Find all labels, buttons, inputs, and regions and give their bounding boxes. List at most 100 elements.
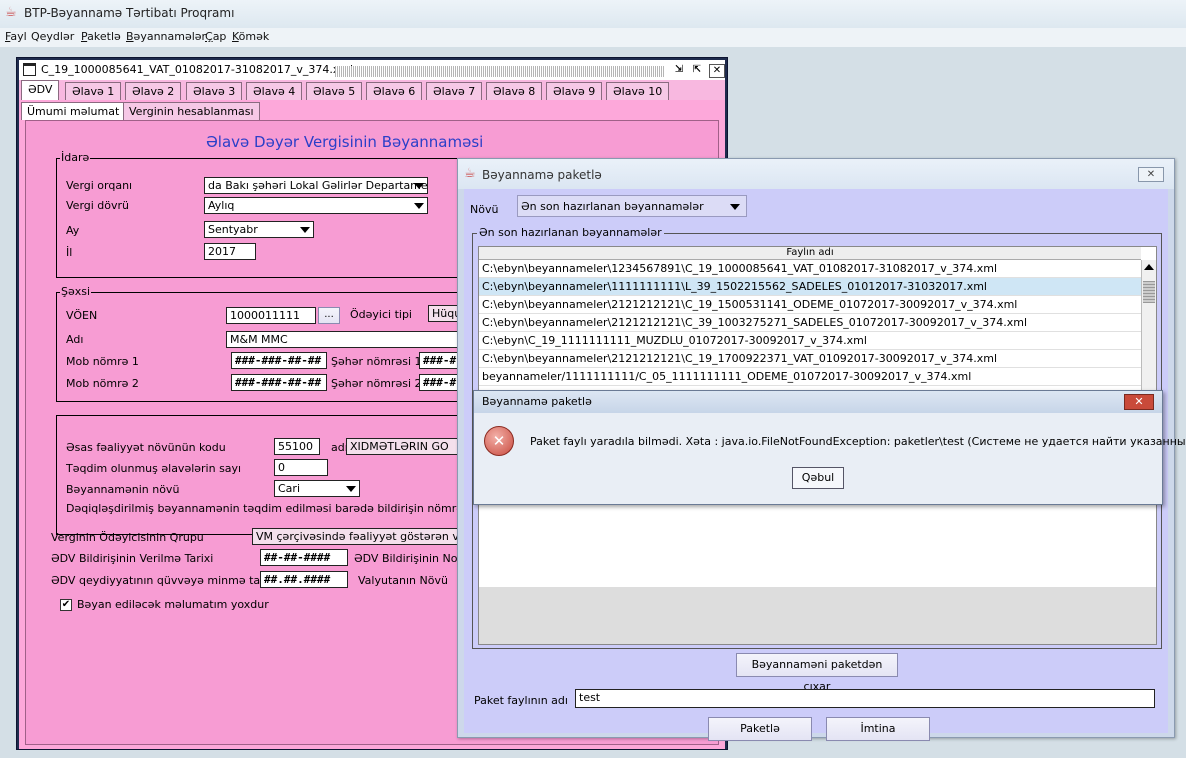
list-item[interactable]: C:\ebyn\beyannameler\2121212121\C_19_170… — [479, 350, 1141, 368]
vergi-organi-select[interactable]: da Bakı şəhəri Lokal Gəlirlər Departamen… — [204, 177, 428, 194]
list-item[interactable]: C:\ebyn\beyannameler\1111111111\L_39_150… — [479, 278, 1141, 296]
chevron-down-icon — [346, 486, 356, 492]
menu-paketle[interactable]: Paketlə — [81, 30, 121, 43]
voen-label: VÖEN — [66, 309, 98, 322]
close-icon[interactable]: ✕ — [1138, 167, 1164, 182]
vergi-dovru-select[interactable]: Aylıq — [204, 197, 428, 214]
close-icon[interactable]: ✕ — [709, 64, 725, 78]
frame-title-bar[interactable]: C_19_1000085641_VAT_01082017-31082017_v_… — [19, 60, 725, 80]
chevron-down-icon — [730, 204, 740, 210]
bildiris-tarix-input[interactable]: ##-##-#### — [260, 549, 348, 566]
chevron-down-icon — [414, 203, 424, 209]
nov-label: Bəyannamənin növü — [66, 483, 180, 496]
qeydiyyat-label: ƏDV qeydiyyatının qüvvəyə minmə tarixi — [51, 574, 278, 587]
qrup-select[interactable]: VM çərçivəsində fəaliyyət göstərən vergi — [252, 528, 478, 545]
say-input[interactable]: 0 — [274, 459, 328, 476]
qrup-label: Verginin Ödəyicisinin Qrupu — [51, 531, 204, 544]
valyuta-label: Valyutanın Növü — [358, 574, 448, 587]
menu-beyannameler[interactable]: Bəyannamələr — [126, 30, 206, 43]
tab-elave-1[interactable]: Əlavə 1 — [65, 82, 122, 100]
tab-elave-4[interactable]: Əlavə 4 — [246, 82, 303, 100]
list-empty-area — [479, 587, 1156, 644]
fealiyyet-group — [56, 415, 476, 535]
list-item[interactable]: C:\ebyn\beyannameler\1234567891\C_19_100… — [479, 260, 1141, 278]
tab-elave-9[interactable]: Əlavə 9 — [546, 82, 603, 100]
vergi-organi-label: Vergi orqanı — [66, 179, 133, 192]
adi-label: Adı — [66, 333, 84, 346]
odeyici-tipi-label: Ödəyici tipi — [350, 308, 412, 321]
error-message: Paket faylı yaradıla bilmədi. Xəta : jav… — [530, 435, 1186, 448]
qebul-button[interactable]: Qəbul — [792, 467, 844, 489]
tab-elave-10[interactable]: Əlavə 10 — [606, 82, 670, 100]
scroll-up-icon[interactable] — [1144, 264, 1154, 270]
vergi-dovru-label: Vergi dövrü — [66, 199, 130, 212]
app-title-bar: ☕ BTP-Bəyannamə Tərtibatı Proqramı — [0, 0, 1186, 28]
frame-title: C_19_1000085641_VAT_01082017-31082017_v_… — [41, 63, 354, 76]
il-input[interactable]: 2017 — [204, 243, 256, 260]
nov-select[interactable]: Cari — [274, 480, 360, 497]
menu-cap[interactable]: Çap — [205, 30, 226, 43]
voen-input[interactable]: 1000011111 — [226, 307, 316, 324]
checkbox-checked-icon[interactable]: ✔ — [60, 599, 72, 611]
novu-select[interactable]: Ən son hazırlanan bəyannamələr — [517, 195, 747, 217]
menu-qeydler[interactable]: Qeydlər — [31, 30, 74, 43]
vertical-scrollbar[interactable] — [1141, 260, 1156, 394]
list-item[interactable]: C:\ebyn\C_19_1111111111_MUZDLU_01072017-… — [479, 332, 1141, 350]
list-item[interactable]: C:\ebyn\beyannameler\2121212121\C_39_100… — [479, 314, 1141, 332]
tab-elave-7[interactable]: Əlavə 7 — [426, 82, 483, 100]
subtab-hesablanma[interactable]: Verginin hesablanması — [123, 102, 260, 120]
list-item[interactable]: beyannameler/1111111111/C_05_1111111111_… — [479, 368, 1141, 386]
tab-elave-2[interactable]: Əlavə 2 — [125, 82, 182, 100]
mob1-input[interactable]: ###-###-##-## — [231, 352, 327, 369]
tab-edv[interactable]: ƏDV — [21, 80, 60, 100]
tab-elave-5[interactable]: Əlavə 5 — [306, 82, 363, 100]
kod-input[interactable]: 55100 — [274, 438, 320, 455]
seher2-label: Şəhər nömrəsi 2 — [331, 377, 422, 390]
restore-icon[interactable]: ⇲ — [671, 64, 687, 78]
column-header[interactable]: Faylın adı — [479, 247, 1141, 260]
package-dialog-title-bar[interactable]: ☕ Bəyannamə paketlə ✕ — [458, 159, 1174, 189]
mob2-input[interactable]: ###-###-##-## — [231, 374, 327, 391]
il-label: İl — [66, 246, 73, 259]
form-heading: Əlavə Dəyər Vergisinin Bəyannaməsi — [206, 133, 484, 151]
error-dialog-title-bar[interactable]: Bəyannamə paketlə ✕ — [474, 391, 1162, 413]
document-icon — [23, 63, 36, 76]
subtab-umumi[interactable]: Ümumi məlumat — [21, 102, 126, 120]
list-item[interactable]: C:\ebyn\beyannameler\2121212121\C_19_150… — [479, 296, 1141, 314]
maximize-icon[interactable]: ⇱ — [689, 64, 705, 78]
menu-komek[interactable]: Kömək — [232, 30, 269, 43]
ay-label: Ay — [66, 224, 80, 237]
adi-input[interactable]: M&M MMC — [226, 331, 478, 348]
tab-elave-3[interactable]: Əlavə 3 — [186, 82, 243, 100]
error-dialog: Bəyannamə paketlə ✕ ✕ Paket faylı yaradı… — [473, 390, 1186, 505]
voen-browse-button[interactable]: ... — [318, 307, 340, 324]
menu-fayl[interactable]: Fayl — [5, 30, 27, 43]
error-icon: ✕ — [484, 426, 514, 456]
idare-legend: İdarə — [60, 151, 91, 164]
close-icon[interactable]: ✕ — [1124, 394, 1154, 410]
deqiq-label: Dəqiqləşdirilmiş bəyannamənin təqdim edi… — [66, 502, 472, 515]
bildiris-no-label: ƏDV Bildirişinin No-s — [354, 552, 468, 565]
kod-label: Əsas fəaliyyət növünün kodu — [66, 441, 226, 454]
checkbox-label: Bəyan ediləcək məlumatım yoxdur — [77, 598, 269, 611]
java-icon: ☕ — [5, 5, 17, 20]
scrollbar-thumb[interactable] — [1143, 281, 1155, 303]
qeydiyyat-input[interactable]: ##.##.#### — [260, 571, 348, 588]
imtina-button[interactable]: İmtina — [826, 717, 930, 741]
paketle-button[interactable]: Paketlə — [708, 717, 812, 741]
bildiris-tarix-label: ƏDV Bildirişinin Verilmə Tarixi — [51, 552, 214, 565]
chevron-down-icon — [300, 227, 310, 233]
ay-select[interactable]: Sentyabr — [204, 221, 314, 238]
tab-elave-6[interactable]: Əlavə 6 — [366, 82, 423, 100]
chevron-down-icon — [414, 183, 424, 189]
novu-label: Növü — [470, 203, 499, 216]
tab-elave-8[interactable]: Əlavə 8 — [486, 82, 543, 100]
say-label: Təqdim olunmuş əlavələrin sayı — [66, 462, 242, 475]
error-dialog-title: Bəyannamə paketlə — [482, 395, 592, 408]
paket-input[interactable]: test — [575, 689, 1155, 708]
app-title: BTP-Bəyannamə Tərtibatı Proqramı — [24, 6, 235, 20]
mob1-label: Mob nömrə 1 — [66, 355, 139, 368]
java-icon: ☕ — [464, 166, 476, 181]
remove-from-package-button[interactable]: Bəyannaməni paketdən çıxar — [736, 653, 898, 693]
idare-group — [56, 158, 476, 278]
